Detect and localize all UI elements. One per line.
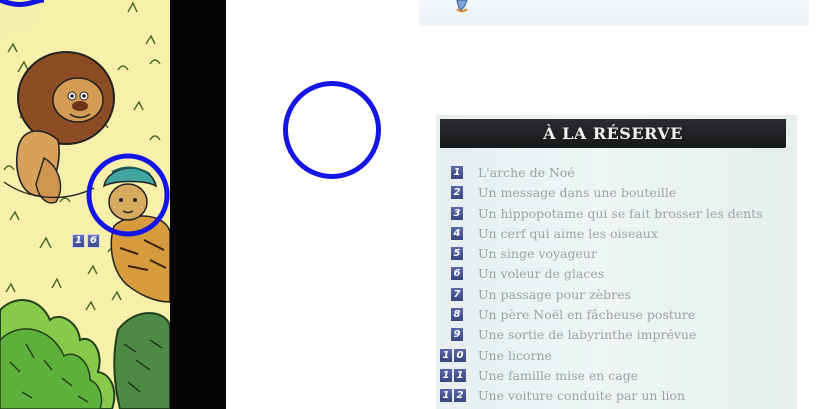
item-number-digit: 1 <box>451 166 463 179</box>
item-number-digit: 3 <box>451 206 463 220</box>
item-number-digit: 2 <box>451 186 463 200</box>
illustration-panel: 1 6 <box>0 0 170 409</box>
item-number-digit: 8 <box>451 308 463 322</box>
list-item: 7 Un passage pour zèbres <box>436 285 797 305</box>
reserve-list: 1 L'arche de Noé 2 Un message dans une b… <box>436 163 797 407</box>
item-number: 2 <box>451 186 463 200</box>
illustration-scene <box>0 0 170 409</box>
list-item: 1 L'arche de Noé <box>436 163 797 183</box>
item-label: Un singe voyageur <box>478 246 597 262</box>
item-number: 7 <box>451 287 463 301</box>
item-label: Un hippopotame qui se fait brosser les d… <box>478 205 763 221</box>
list-item: 9 Une sortie de labyrinthe imprévue <box>436 325 797 345</box>
item-label: Un voleur de glaces <box>478 266 605 282</box>
item-number-digit: 4 <box>451 226 463 240</box>
badge-digit: 6 <box>87 234 100 248</box>
item-number-digit: 0 <box>454 348 466 362</box>
item-number-digit: 1 <box>440 368 452 382</box>
item-label: Une sortie de labyrinthe imprévue <box>478 327 697 343</box>
item-number-digit: 9 <box>451 328 463 342</box>
item-number: 1 <box>451 166 463 179</box>
item-number-digit: 1 <box>440 389 452 403</box>
item-number: 9 <box>451 328 463 342</box>
puzzle-page: 1 6 À LA RÉSERVE 1 L'arche de Noé 2 Un m… <box>0 0 826 409</box>
item-label: Une voiture conduite par un lion <box>478 388 686 404</box>
item-number-digit: 1 <box>440 348 452 362</box>
item-number: 5 <box>451 247 463 261</box>
black-divider <box>170 0 226 409</box>
scene-number-badge: 1 6 <box>72 234 100 248</box>
item-number-digit: 2 <box>454 389 466 403</box>
item-number: 1 1 <box>440 368 466 382</box>
list-item: 1 2 Une voiture conduite par un lion <box>436 386 797 406</box>
small-figure-icon <box>456 0 468 13</box>
item-label: Un message dans une bouteille <box>478 185 677 201</box>
item-label: Une licorne <box>478 347 552 363</box>
item-number-digit: 7 <box>451 287 463 301</box>
item-label: Une famille mise en cage <box>478 367 639 383</box>
list-item: 5 Un singe voyageur <box>436 244 797 264</box>
list-item: 2 Un message dans une bouteille <box>436 183 797 203</box>
item-number: 4 <box>451 226 463 240</box>
item-label: L'arche de Noé <box>478 165 575 180</box>
item-number: 3 <box>451 206 463 220</box>
item-number-digit: 5 <box>451 247 463 261</box>
list-item: 1 0 Une licorne <box>436 346 797 366</box>
item-number: 1 0 <box>440 348 466 362</box>
list-item: 8 Un père Noël en fâcheuse posture <box>436 305 797 325</box>
reserve-title: À LA RÉSERVE <box>440 119 786 148</box>
list-item: 1 1 Une famille mise en cage <box>436 366 797 386</box>
item-number-digit: 6 <box>451 267 463 281</box>
item-number-digit: 1 <box>454 368 466 382</box>
item-label: Un cerf qui aime les oiseaux <box>478 225 658 241</box>
list-item: 3 Un hippopotame qui se fait brosser les… <box>436 204 797 224</box>
item-label: Un père Noël en fâcheuse posture <box>478 307 696 323</box>
badge-digit: 1 <box>72 234 85 248</box>
top-cropped-panel <box>419 0 809 26</box>
list-item: 4 Un cerf qui aime les oiseaux <box>436 224 797 244</box>
list-item: 6 Un voleur de glaces <box>436 264 797 284</box>
highlight-circle <box>283 81 381 179</box>
item-number: 1 2 <box>440 389 466 403</box>
item-number: 8 <box>451 308 463 322</box>
item-number: 6 <box>451 267 463 281</box>
reserve-list-panel: À LA RÉSERVE 1 L'arche de Noé 2 Un messa… <box>436 115 797 409</box>
item-label: Un passage pour zèbres <box>478 286 631 302</box>
